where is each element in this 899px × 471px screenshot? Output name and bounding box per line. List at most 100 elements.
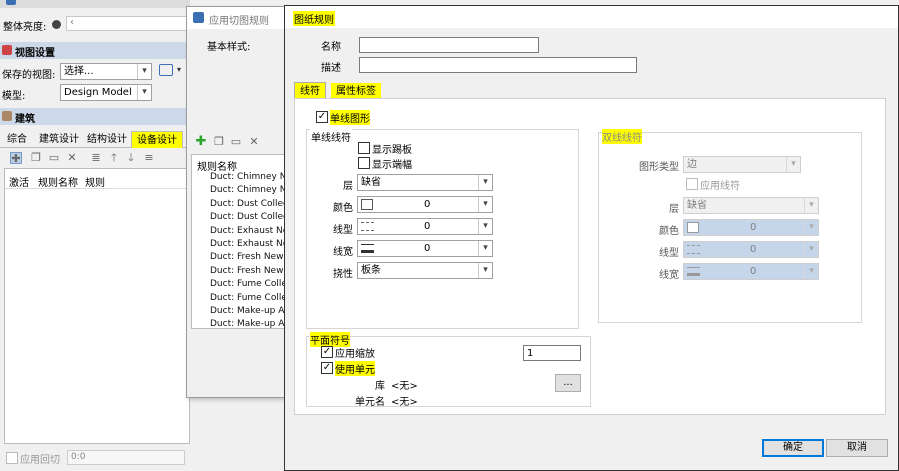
color-select[interactable]: 0 ▾ [357, 196, 493, 213]
dl-linewidth-select[interactable]: 0 ▾ [683, 263, 819, 280]
chevron-down-icon[interactable]: ▾ [478, 197, 492, 212]
chevron-down-icon[interactable]: ▾ [478, 263, 492, 278]
col-active[interactable]: 激活 [9, 174, 29, 189]
list-item[interactable]: Duct: Fresh New - S [192, 265, 285, 278]
single-line-graphic-checkbox[interactable]: ✓ [316, 111, 328, 123]
app-icon [6, 0, 16, 5]
dialog-title: 图纸规则 [293, 11, 335, 26]
saved-view-select[interactable]: 选择... ▾ [60, 63, 152, 80]
copy-icon[interactable]: ❐ [213, 136, 225, 148]
edit-icon[interactable]: ▭ [230, 136, 242, 148]
drawing-rules-dialog: 图纸规则 名称 描述 线符 属性标签 ✓ 单线图形 单线线符 显示踢板 显示端幅… [284, 5, 899, 471]
chevron-down-icon[interactable]: ▾ [804, 220, 818, 235]
browse-button[interactable]: ... [555, 374, 581, 392]
add-rule-icon[interactable]: ✚ [10, 152, 22, 165]
tab-panel: ✓ 单线图形 单线线符 显示踢板 显示端幅 层 缺省 ▾ 颜色 0 ▾ 线型 0 ▾ … [294, 98, 886, 415]
view-manage-icon[interactable] [159, 64, 173, 76]
dl-color-select[interactable]: 0 ▾ [683, 219, 819, 236]
double-line-group-title: 双线线符 [602, 129, 642, 144]
apply-line-label: 应用线符 [700, 181, 740, 192]
use-cell-checkbox[interactable]: ✓ [321, 362, 333, 374]
linetype-icon [361, 222, 374, 231]
linewidth-icon [687, 267, 700, 276]
apply-scale-checkbox[interactable]: ✓ [321, 346, 333, 358]
apply-clip-rules-window: 应用切图规则 基本样式: ✚ ❐ ▭ ✕ 规则名称 Duct: Chimney … [186, 6, 287, 398]
list-item[interactable]: Duct: Fume Collection [192, 278, 285, 291]
list-item[interactable]: Duct: Dust Collection [192, 198, 285, 211]
ok-button[interactable]: 确定 [762, 439, 824, 457]
chevron-down-icon[interactable]: ▾ [137, 85, 151, 100]
list-item[interactable]: Duct: Make-up Air N [192, 318, 285, 328]
arch-section-header[interactable]: 建筑 [0, 108, 190, 125]
edit-icon[interactable]: ▭ [48, 152, 60, 164]
chevron-down-icon[interactable]: ▾ [804, 264, 818, 279]
list-item[interactable]: Duct: Make-up Air N [192, 305, 285, 318]
rule-list: 规则名称 Duct: Chimney New Duct: Chimney New… [191, 154, 286, 329]
chevron-down-icon[interactable]: ▾ [786, 157, 800, 172]
chevron-down-icon[interactable]: ▾ [137, 64, 151, 79]
flex-select[interactable]: 板条 ▾ [357, 262, 493, 279]
list-item[interactable]: Duct: Chimney New [192, 171, 285, 184]
dl-layer-select[interactable]: 缺省 ▾ [683, 197, 819, 214]
clip-value-field[interactable]: 0:0 [67, 450, 185, 465]
view-settings-header[interactable]: 视图设置 [0, 42, 190, 59]
rule-list-rows: Duct: Chimney New Duct: Chimney New Duct… [192, 171, 285, 328]
move-down-icon[interactable]: 🡓 [125, 152, 137, 164]
left-title-bar [0, 0, 190, 8]
tab-strip: 线符 属性标签 [294, 82, 886, 100]
show-end-checkbox[interactable] [358, 157, 370, 169]
col-rule[interactable]: 规则 [85, 174, 105, 189]
list-item[interactable]: Duct: Fresh New - D [192, 251, 285, 264]
tab-comprehensive[interactable]: 综合 [2, 131, 32, 148]
layer-select[interactable]: 缺省 ▾ [357, 174, 493, 191]
list-item[interactable]: Duct: Fume Collection [192, 292, 285, 305]
model-select[interactable]: Design Model ▾ [60, 84, 152, 101]
view-settings-icon [2, 45, 12, 55]
brightness-slider[interactable]: ‹ [66, 16, 188, 31]
view-settings-title: 视图设置 [15, 48, 55, 59]
apply-clip-checkbox[interactable] [6, 452, 18, 464]
brightness-label: 整体亮度: [3, 22, 47, 33]
delete-icon[interactable]: ✕ [248, 136, 260, 148]
chevron-down-icon[interactable]: ▾ [804, 198, 818, 213]
tab-equipment[interactable]: 设备设计 [131, 131, 183, 148]
chevron-down-icon[interactable]: ▾ [478, 241, 492, 256]
tab-line-symbol[interactable]: 线符 [294, 82, 326, 99]
linetype-select[interactable]: 0 ▾ [357, 218, 493, 235]
dialog-title-bar: 图纸规则 [285, 6, 898, 28]
apply-line-checkbox[interactable] [686, 178, 698, 190]
tab-architecture[interactable]: 建筑设计 [34, 131, 84, 148]
chevron-down-icon[interactable]: ▾ [478, 219, 492, 234]
linewidth-select[interactable]: 0 ▾ [357, 240, 493, 257]
chevron-left-icon[interactable]: ‹ [70, 17, 74, 28]
delete-icon[interactable]: ✕ [66, 152, 78, 164]
details-icon[interactable]: ≡ [143, 152, 155, 164]
copy-icon[interactable]: ❐ [30, 152, 42, 164]
move-up-icon[interactable]: 🡑 [108, 152, 120, 164]
add-icon[interactable]: ✚ [195, 135, 207, 148]
tab-structure[interactable]: 结构设计 [82, 131, 132, 148]
name-field[interactable] [359, 37, 539, 53]
arch-icon [2, 111, 12, 121]
col-rule-name[interactable]: 规则名称 [38, 174, 78, 189]
show-skirting-checkbox[interactable] [358, 142, 370, 154]
clip-rules-title-bar: 应用切图规则 [187, 7, 287, 29]
list-item[interactable]: Duct: Exhaust New [192, 225, 285, 238]
description-field[interactable] [359, 57, 637, 73]
cancel-button[interactable]: 取消 [826, 439, 888, 457]
flex-label: 挠性 [333, 269, 353, 280]
cell-name-value: <无> [391, 397, 418, 408]
list-icon[interactable]: ≣ [90, 152, 102, 164]
plane-symbol-group: 平面符号 ✓ 应用缩放 ✓ 使用单元 库 <无> ... 单元名 <无> [306, 332, 591, 408]
chevron-down-icon[interactable]: ▾ [804, 242, 818, 257]
list-item[interactable]: Duct: Dust Collection [192, 211, 285, 224]
chevron-down-icon[interactable]: ▾ [478, 175, 492, 190]
library-value: <无> [391, 381, 418, 392]
dl-linetype-select[interactable]: 0 ▾ [683, 241, 819, 258]
list-item[interactable]: Duct: Chimney New [192, 184, 285, 197]
list-item[interactable]: Duct: Exhaust New [192, 238, 285, 251]
shape-type-select[interactable]: 边 ▾ [683, 156, 801, 173]
view-menu-chevron-icon[interactable]: ▾ [177, 65, 181, 74]
saved-view-label: 保存的视图: [2, 70, 56, 81]
scale-value-field[interactable] [523, 345, 581, 361]
